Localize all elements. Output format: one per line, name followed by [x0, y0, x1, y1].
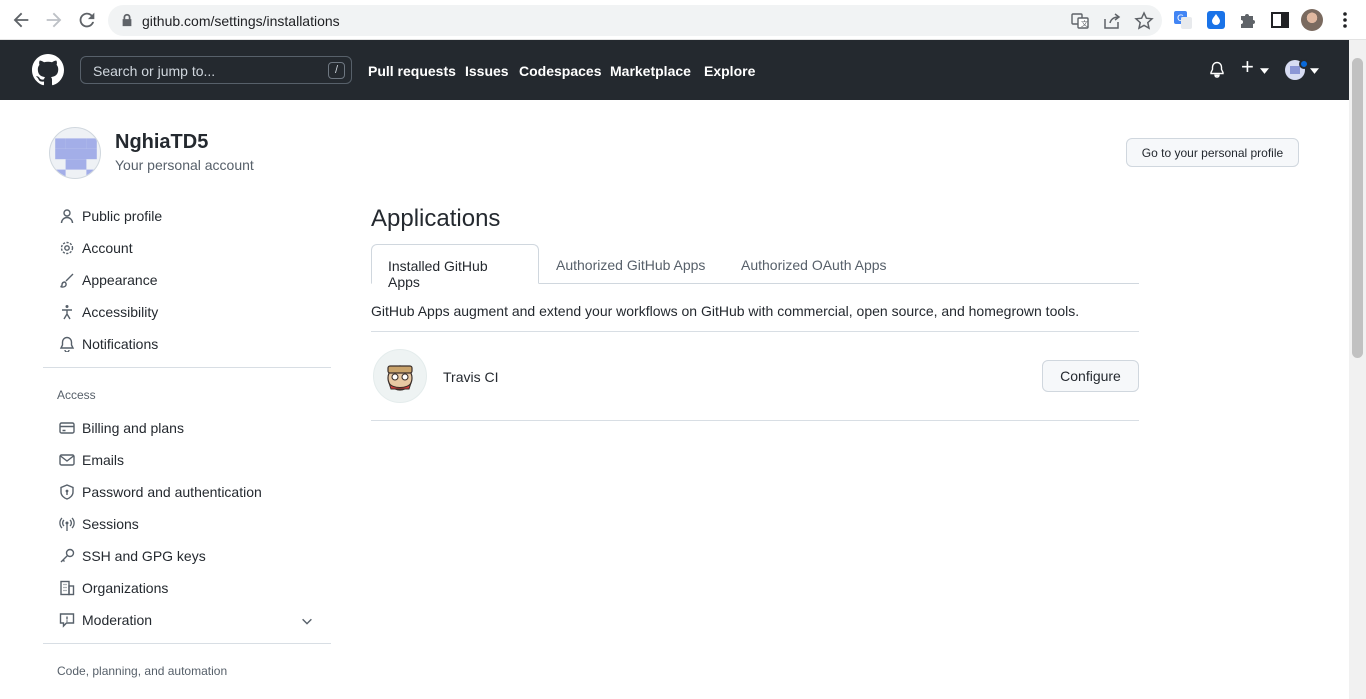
back-arrow-icon[interactable]: [10, 9, 32, 31]
browser-toolbar: github.com/settings/installations 文 G: [0, 0, 1366, 40]
sidebar-item-label: Moderation: [82, 612, 153, 628]
list-divider: [371, 331, 1139, 332]
svg-text:文: 文: [1081, 19, 1088, 28]
accessibility-icon: [62, 305, 72, 320]
tab-authorized-github-apps[interactable]: Authorized GitHub Apps: [540, 244, 721, 284]
person-icon: [60, 209, 74, 224]
identicon: [55, 138, 97, 178]
sidebar-divider: [43, 643, 331, 644]
sidebar-item-label: Appearance: [82, 272, 158, 288]
share-icon[interactable]: [1102, 11, 1122, 31]
sidebar-item-label: Public profile: [82, 208, 163, 224]
sidebar-item-password-authentication[interactable]: Password and authentication: [56, 481, 326, 505]
sidebar-item-moderation[interactable]: Moderation: [56, 609, 326, 633]
sidebar-item-label: Account: [82, 240, 133, 256]
sidebar-item-label: Accessibility: [82, 304, 159, 320]
address-bar[interactable]: github.com/settings/installations 文: [108, 5, 1162, 36]
shield-lock-icon: [60, 484, 74, 500]
sidebar-item-appearance[interactable]: Appearance: [56, 269, 326, 293]
lock-icon: [122, 13, 132, 27]
bell-icon: [59, 336, 75, 352]
browser-menu-icon[interactable]: [1335, 10, 1355, 30]
sidebar-item-label: Emails: [82, 452, 125, 468]
chevron-down-icon[interactable]: [300, 614, 314, 628]
tab-installed-github-apps[interactable]: Installed GitHub Apps: [371, 244, 539, 290]
sidebar-item-account[interactable]: Account: [56, 237, 326, 261]
sidebar-item-sessions[interactable]: Sessions: [56, 513, 326, 537]
sidebar-item-label: Notifications: [82, 336, 159, 352]
side-panel-icon[interactable]: [1270, 10, 1290, 30]
organization-icon: [60, 580, 75, 596]
bookmark-star-icon[interactable]: [1134, 11, 1154, 31]
broadcast-icon: [59, 517, 75, 531]
gear-icon: [60, 241, 74, 255]
travis-mascot-icon: [387, 365, 413, 391]
list-divider: [371, 420, 1139, 421]
notification-dot: [1299, 59, 1309, 69]
sidebar-item-public-profile[interactable]: Public profile: [56, 205, 326, 229]
reload-icon[interactable]: [76, 9, 98, 31]
page-scrollbar[interactable]: [1349, 40, 1366, 699]
sidebar-divider: [43, 367, 331, 368]
sidebar-heading-code-planning: Code, planning, and automation: [57, 664, 228, 678]
user-menu-caret-icon[interactable]: [1310, 68, 1319, 74]
search-input[interactable]: Search or jump to... /: [80, 56, 352, 84]
key-icon: [60, 548, 75, 563]
create-dropdown-caret-icon[interactable]: [1260, 68, 1269, 74]
configure-button[interactable]: Configure: [1042, 360, 1139, 392]
puzzle-extensions-icon[interactable]: [1238, 10, 1258, 30]
sidebar-item-notifications[interactable]: Notifications: [56, 333, 326, 357]
credit-card-icon: [59, 422, 75, 434]
account-username: NghiaTD5: [115, 131, 209, 153]
nav-pull-requests[interactable]: Pull requests: [368, 63, 456, 79]
avatar-pattern: [1290, 66, 1300, 74]
page-title: Applications: [371, 205, 501, 232]
google-translate-extension-icon[interactable]: G: [1173, 10, 1193, 30]
tab-authorized-oauth-apps[interactable]: Authorized OAuth Apps: [725, 244, 903, 284]
create-new-plus-icon[interactable]: +: [1241, 54, 1254, 80]
scrollbar-thumb[interactable]: [1352, 58, 1363, 358]
apps-description: GitHub Apps augment and extend your work…: [371, 303, 1080, 319]
sidebar-item-ssh-gpg-keys[interactable]: SSH and GPG keys: [56, 545, 326, 569]
nav-issues[interactable]: Issues: [465, 63, 509, 79]
translate-icon[interactable]: 文: [1070, 11, 1090, 31]
drop-extension-icon[interactable]: [1206, 10, 1226, 30]
sidebar-item-label: Billing and plans: [82, 420, 184, 436]
sidebar-item-accessibility[interactable]: Accessibility: [56, 301, 326, 325]
app-name: Travis CI: [443, 369, 499, 385]
account-subtitle: Your personal account: [115, 157, 254, 173]
sidebar-item-label: Sessions: [82, 516, 139, 532]
notifications-bell-icon[interactable]: [1209, 60, 1225, 78]
go-to-personal-profile-button[interactable]: Go to your personal profile: [1126, 138, 1299, 167]
forward-arrow-icon[interactable]: [43, 9, 65, 31]
github-header: Search or jump to... / Pull requests Iss…: [0, 40, 1349, 100]
browser-profile-avatar[interactable]: [1301, 9, 1323, 31]
search-shortcut-key: /: [328, 62, 345, 79]
mail-icon: [59, 454, 75, 466]
sidebar-item-label: Organizations: [82, 580, 169, 596]
report-icon: [59, 613, 75, 628]
sidebar-item-billing[interactable]: Billing and plans: [56, 417, 326, 441]
sidebar-heading-access: Access: [57, 388, 96, 402]
sidebar-item-label: Password and authentication: [82, 484, 262, 500]
paintbrush-icon: [60, 273, 74, 288]
nav-codespaces[interactable]: Codespaces: [519, 63, 601, 79]
sidebar-item-organizations[interactable]: Organizations: [56, 577, 326, 601]
travis-ci-logo: [373, 349, 427, 403]
profile-avatar: [49, 127, 101, 179]
sidebar-item-emails[interactable]: Emails: [56, 449, 326, 473]
nav-marketplace[interactable]: Marketplace: [610, 63, 691, 79]
sidebar-item-label: SSH and GPG keys: [82, 548, 206, 564]
nav-explore[interactable]: Explore: [704, 63, 755, 79]
github-logo-icon[interactable]: [32, 54, 64, 86]
url-text: github.com/settings/installations: [142, 13, 340, 29]
search-placeholder: Search or jump to...: [93, 63, 216, 79]
